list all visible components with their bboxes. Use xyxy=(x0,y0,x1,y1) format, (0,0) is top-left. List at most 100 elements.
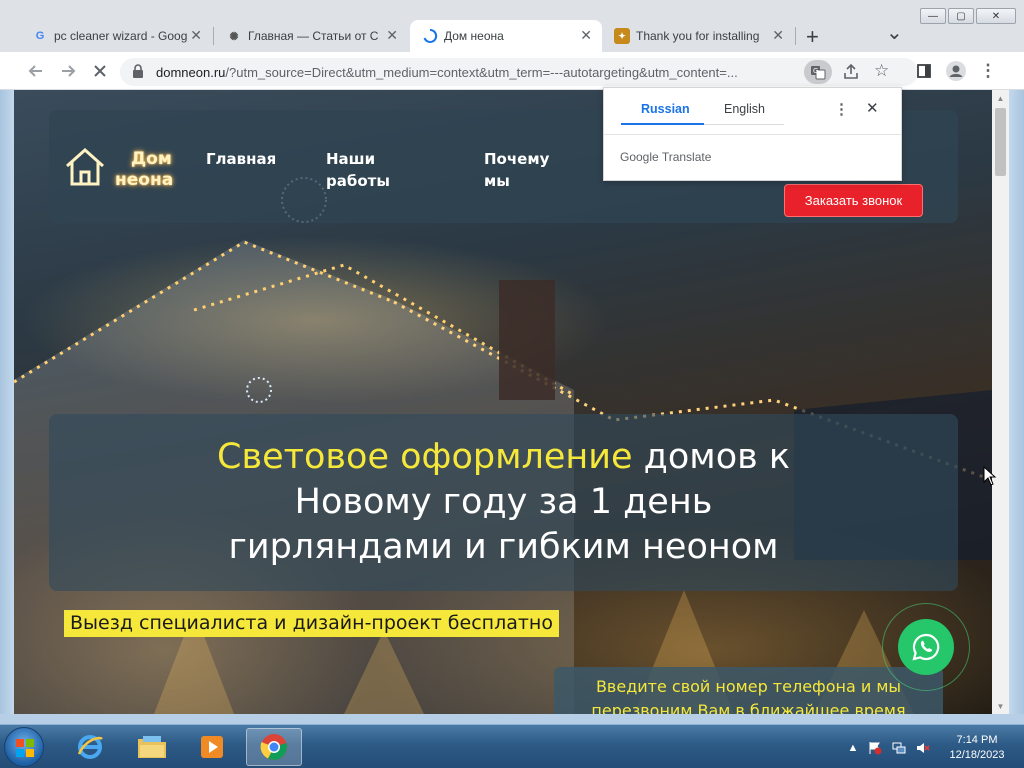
google-icon: G xyxy=(35,30,45,42)
forward-arrow-icon[interactable] xyxy=(56,59,80,83)
media-player-icon xyxy=(201,736,223,758)
hero-banner: Световое оформление домов к Новому году … xyxy=(49,414,958,591)
nav-label: работы xyxy=(326,172,390,190)
back-arrow-icon[interactable] xyxy=(24,59,48,83)
tab-pc-cleaner[interactable]: G pc cleaner wizard - Goog ✕ xyxy=(20,20,212,52)
clock-date: 12/18/2023 xyxy=(949,749,1005,761)
taskbar-internet-explorer[interactable] xyxy=(62,728,118,766)
free-consult-badge: Выезд специалиста и дизайн-проект беспла… xyxy=(64,610,559,637)
window-frame-right xyxy=(1009,90,1024,724)
nav-why-us[interactable]: Почему мы xyxy=(484,148,549,192)
translate-close-icon[interactable]: ✕ xyxy=(866,99,879,117)
tab-search-button[interactable]: ⌄ xyxy=(886,20,903,45)
site-logo[interactable]: Дом неона xyxy=(63,146,173,193)
tab-title: Главная — Статьи от С xyxy=(248,29,379,43)
internet-explorer-icon xyxy=(77,735,103,759)
close-tab-icon[interactable]: ✕ xyxy=(580,27,592,44)
tab-strip: G pc cleaner wizard - Goog ✕ ✺ Главная —… xyxy=(0,0,1024,52)
maximize-button[interactable]: ▢ xyxy=(948,8,974,24)
google-translate-logo: Google Translate xyxy=(620,150,712,164)
hero-line-2: Новому году за 1 день xyxy=(294,482,713,522)
translate-target-language-tab[interactable]: English xyxy=(724,102,765,116)
hero-highlight: Световое оформление xyxy=(217,437,633,477)
hero-title: Световое оформление домов к Новому году … xyxy=(49,435,958,570)
action-center-flag-icon[interactable] xyxy=(868,741,882,755)
url-path: /?utm_source=Direct&utm_medium=context&u… xyxy=(225,65,738,80)
taskbar-media-player[interactable] xyxy=(184,728,240,766)
window-frame-bottom xyxy=(0,714,1024,724)
taskbar-clock[interactable]: 7:14 PM 12/18/2023 xyxy=(943,733,1011,763)
translate-active-tab-indicator xyxy=(621,123,704,125)
page-scrollbar[interactable]: ▲ ▼ xyxy=(992,90,1009,714)
chrome-menu-icon[interactable]: ⋮ xyxy=(976,59,1000,83)
nav-label: Почему xyxy=(484,150,550,168)
share-icon[interactable] xyxy=(842,63,860,86)
tab-title: Thank you for installing xyxy=(636,29,760,43)
url-domain: domneon.ru xyxy=(156,65,226,80)
tab-articles[interactable]: ✺ Главная — Статьи от С ✕ xyxy=(214,20,408,52)
translate-source-language-tab[interactable]: Russian xyxy=(641,102,690,116)
tab-dom-neona[interactable]: Дом неона ✕ xyxy=(410,20,602,52)
nav-home[interactable]: Главная xyxy=(206,148,276,170)
taskbar-chrome[interactable] xyxy=(246,728,302,766)
window-frame-left xyxy=(0,90,14,724)
start-button[interactable] xyxy=(4,727,44,767)
nav-our-works[interactable]: Наши работы xyxy=(326,148,390,192)
system-tray: ▲ 7:14 PM 12/18/2023 xyxy=(840,725,1024,768)
logo-line-2: неона xyxy=(115,169,174,190)
minimize-button[interactable]: — xyxy=(920,8,946,24)
network-icon[interactable] xyxy=(892,741,906,755)
windows-logo-icon xyxy=(16,739,34,757)
nav-label: мы xyxy=(484,172,510,190)
volume-muted-icon[interactable] xyxy=(916,741,930,755)
translate-icon[interactable]: G xyxy=(804,60,832,84)
clock-time: 7:14 PM xyxy=(956,734,998,746)
house-icon xyxy=(63,146,107,193)
loading-spinner-icon xyxy=(422,28,438,44)
file-explorer-icon xyxy=(138,736,166,758)
side-panel-icon[interactable] xyxy=(912,59,936,83)
svg-text:G: G xyxy=(813,67,818,75)
scrollbar-thumb[interactable] xyxy=(995,108,1006,176)
logo-line-1: Дом xyxy=(131,148,172,169)
divider xyxy=(604,134,901,135)
stop-loading-icon[interactable] xyxy=(88,59,112,83)
whatsapp-icon xyxy=(912,633,940,661)
browser-toolbar: domneon.ru/?utm_source=Direct&utm_medium… xyxy=(0,52,1024,90)
tab-thank-you[interactable]: ✦ Thank you for installing ✕ xyxy=(602,20,794,52)
tab-title: pc cleaner wizard - Goog xyxy=(54,29,188,43)
address-bar[interactable]: domneon.ru/?utm_source=Direct&utm_medium… xyxy=(120,58,918,86)
url-text[interactable]: domneon.ru/?utm_source=Direct&utm_medium… xyxy=(156,65,802,80)
new-tab-button[interactable]: + xyxy=(806,24,819,50)
lock-icon[interactable] xyxy=(132,64,144,83)
callback-text-line-2: перезвоним Вам в ближайшее время xyxy=(591,701,906,714)
request-call-button[interactable]: Заказать звонок xyxy=(784,184,923,217)
window-controls: — ▢ ✕ xyxy=(920,8,1016,24)
show-hidden-icons-button[interactable]: ▲ xyxy=(846,741,860,755)
translate-options-menu-icon[interactable]: ⋮ xyxy=(834,100,849,118)
nav-label: Главная xyxy=(206,150,277,168)
hero-line-1: домов к xyxy=(632,437,790,477)
close-tab-icon[interactable]: ✕ xyxy=(190,27,202,44)
extension-icon: ✦ xyxy=(614,28,630,44)
scroll-down-arrow-icon[interactable]: ▼ xyxy=(992,698,1009,714)
openai-icon: ✺ xyxy=(229,30,239,43)
whatsapp-button[interactable] xyxy=(898,619,954,675)
callback-form-header: Введите свой номер телефона и мы перезво… xyxy=(554,667,943,714)
mouse-cursor-icon xyxy=(983,466,997,486)
scroll-up-arrow-icon[interactable]: ▲ xyxy=(992,90,1009,106)
tab-title: Дом неона xyxy=(444,29,504,43)
tab-separator xyxy=(795,27,796,45)
bookmark-star-icon[interactable]: ☆ xyxy=(874,61,889,81)
close-tab-icon[interactable]: ✕ xyxy=(386,27,398,44)
profile-avatar-icon[interactable] xyxy=(944,59,968,83)
callback-text-line-1: Введите свой номер телефона и мы xyxy=(595,677,902,696)
close-tab-icon[interactable]: ✕ xyxy=(772,27,784,44)
nav-label: Наши xyxy=(326,150,376,168)
taskbar-file-explorer[interactable] xyxy=(124,728,180,766)
windows-taskbar: ▲ 7:14 PM 12/18/2023 xyxy=(0,724,1024,768)
close-window-button[interactable]: ✕ xyxy=(976,8,1016,24)
translate-popup: Russian English ⋮ ✕ Google Translate xyxy=(603,87,902,181)
logo-text: Дом неона xyxy=(115,149,173,191)
page-viewport: Дом неона Главная Наши работы Почему мы … xyxy=(14,90,992,714)
